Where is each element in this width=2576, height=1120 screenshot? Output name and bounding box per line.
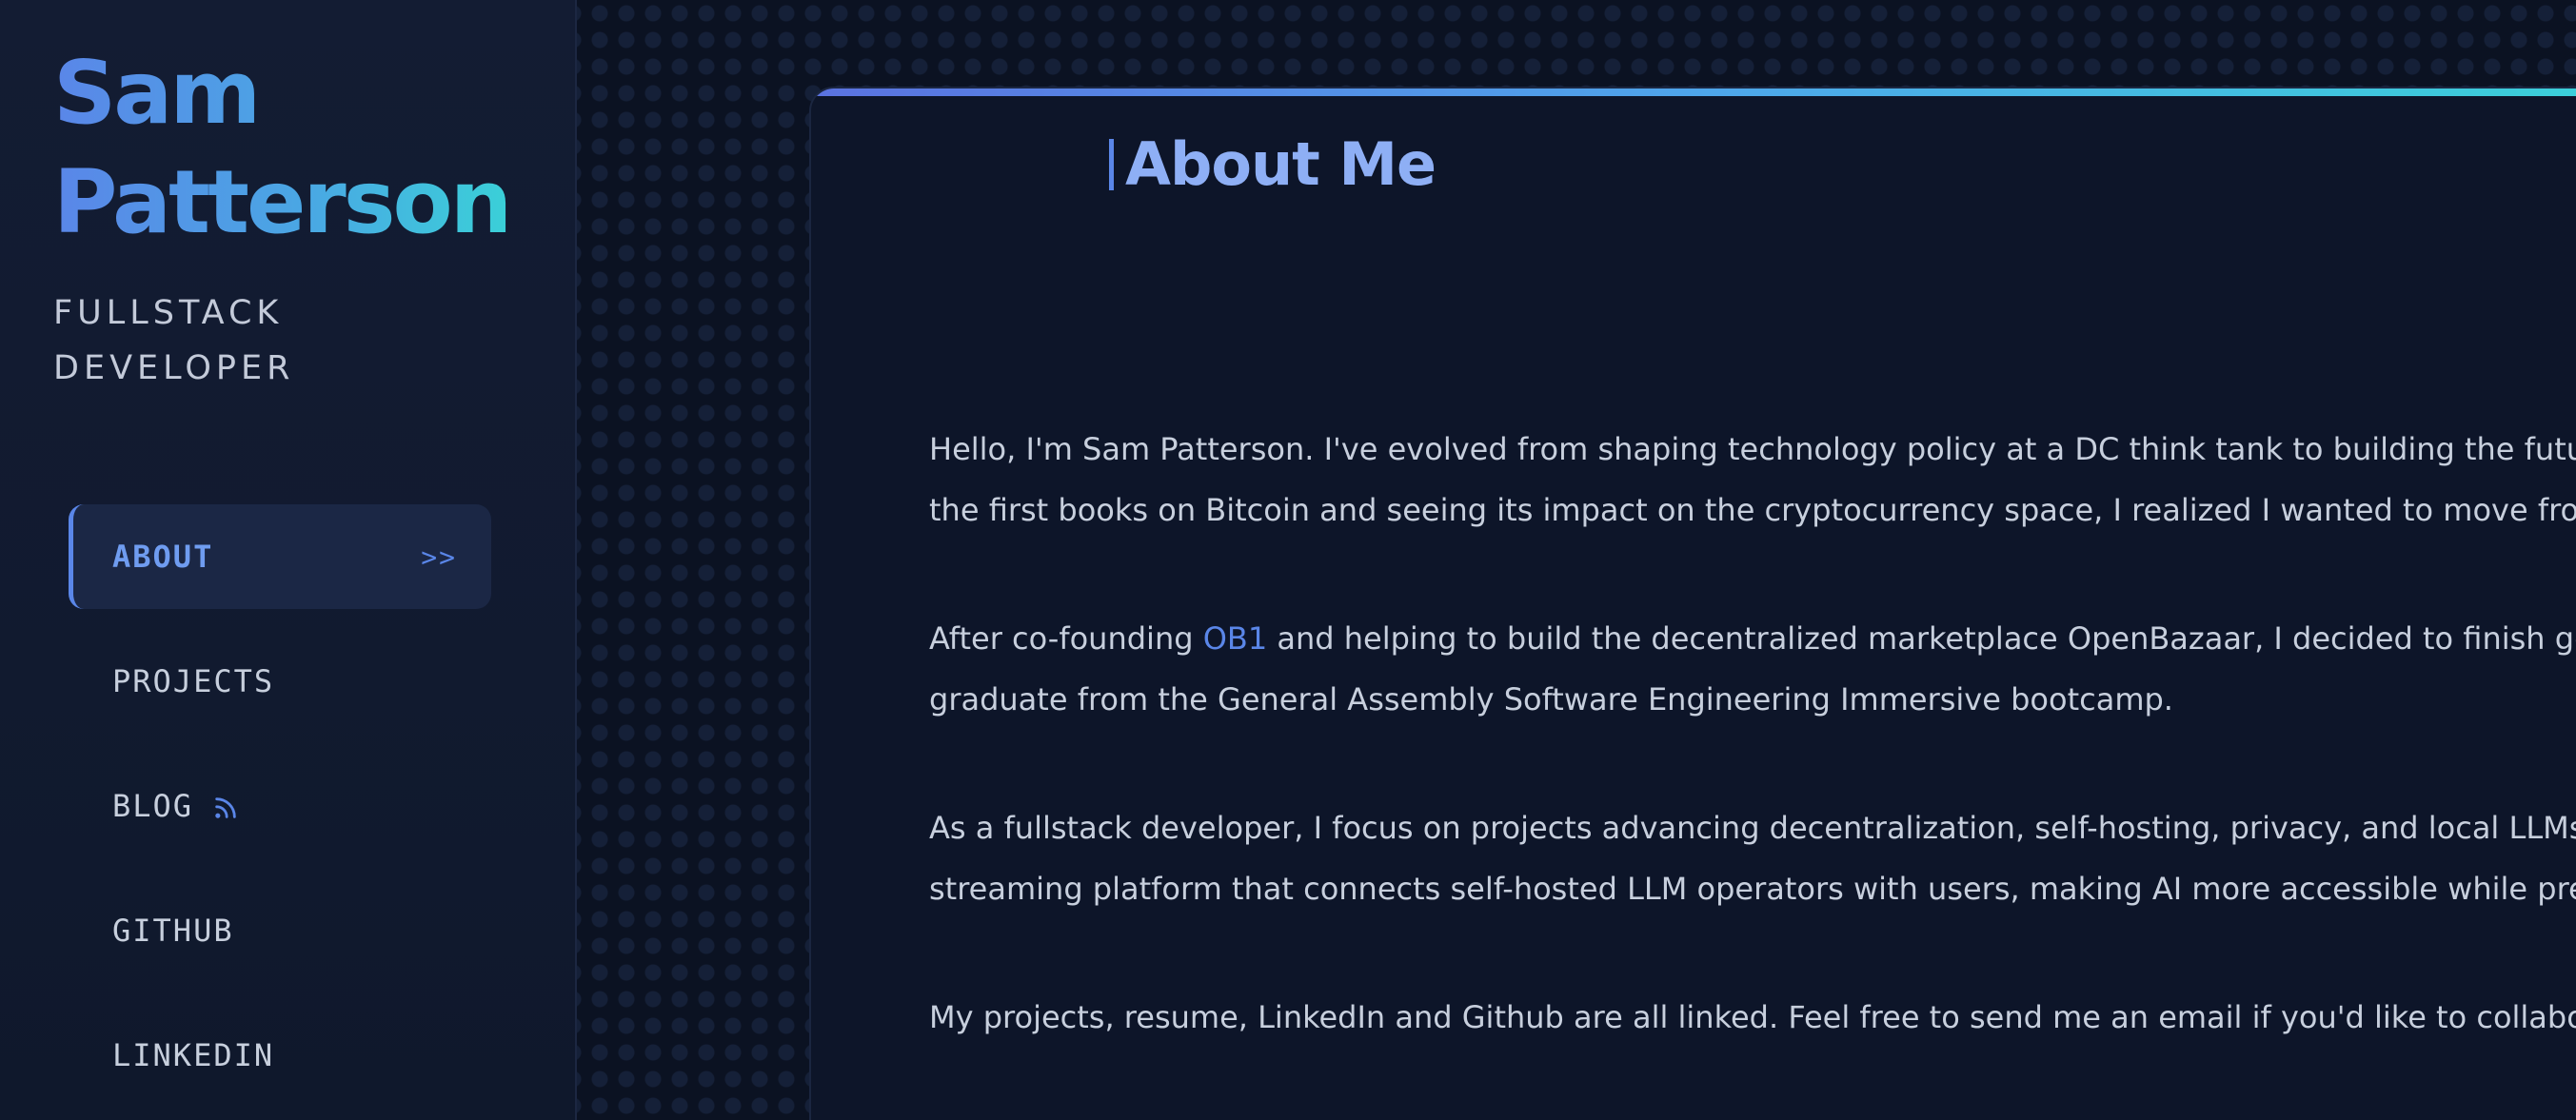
card-accent-bar <box>811 88 2576 96</box>
nav-item-label: BLOG <box>112 788 194 824</box>
nav-item-blog[interactable]: BLOG <box>69 754 491 858</box>
role-line-1: FULLSTACK <box>53 294 284 332</box>
double-chevron-right-icon: >> <box>421 540 457 573</box>
ob1-link[interactable]: OB1 <box>1203 620 1268 657</box>
page: Sam Patterson FULLSTACK DEVELOPER ABOUT … <box>0 0 2576 1120</box>
site-name[interactable]: Sam Patterson <box>53 38 509 257</box>
nav-item-label: PROJECTS <box>112 663 275 699</box>
text-line: Hello, I'm Sam Patterson. I've evolved f… <box>929 431 2576 467</box>
nav-item-linkedin[interactable]: LINKEDIN <box>69 1003 491 1108</box>
about-content: Hello, I'm Sam Patterson. I've evolved f… <box>929 419 2576 1115</box>
paragraph-contact: My projects, resume, LinkedIn and Github… <box>929 987 2576 1048</box>
text-line: the first books on Bitcoin and seeing it… <box>929 492 2576 528</box>
name-first: Sam <box>53 42 259 144</box>
nav-item-label: ABOUT <box>112 539 214 575</box>
paragraph-intro: Hello, I'm Sam Patterson. I've evolved f… <box>929 419 2576 540</box>
section-title: About Me <box>1109 135 1437 194</box>
role-line-2: DEVELOPER <box>53 349 295 387</box>
text-fragment: After co-founding <box>929 620 1203 657</box>
sidebar-nav: ABOUT >> PROJECTS BLOG GITHUB LINKEDIN <box>69 504 491 1120</box>
text-line: graduate from the General Assembly Softw… <box>929 681 2173 717</box>
name-last: Patterson <box>53 151 510 253</box>
sidebar: Sam Patterson FULLSTACK DEVELOPER ABOUT … <box>0 0 577 1120</box>
paragraph-ob1: After co-founding OB1 and helping to bui… <box>929 608 2576 730</box>
nav-item-label: GITHUB <box>112 913 234 949</box>
nav-item-about[interactable]: ABOUT >> <box>69 504 491 609</box>
text-line: My projects, resume, LinkedIn and Github… <box>929 999 2576 1035</box>
paragraph-focus: As a fullstack developer, I focus on pro… <box>929 797 2576 919</box>
text-line: As a fullstack developer, I focus on pro… <box>929 810 2576 846</box>
nav-item-projects[interactable]: PROJECTS <box>69 629 491 734</box>
text-fragment: and helping to build the decentralized m… <box>1267 620 2576 657</box>
nav-item-github[interactable]: GITHUB <box>69 878 491 983</box>
text-line: After co-founding OB1 and helping to bui… <box>929 608 2576 669</box>
nav-item-label: LINKEDIN <box>112 1037 275 1073</box>
rss-icon <box>215 797 236 818</box>
text-line: streaming platform that connects self-ho… <box>929 871 2576 907</box>
role-subtitle: FULLSTACK DEVELOPER <box>53 285 294 396</box>
